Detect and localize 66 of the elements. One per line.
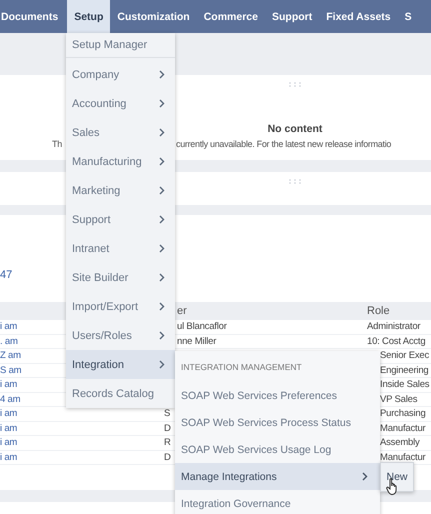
empty-state-title: No content xyxy=(266,123,324,135)
chevron-right-icon xyxy=(159,302,165,311)
table-cell: nne Miller xyxy=(177,336,216,347)
table-cell[interactable]: i am xyxy=(0,452,164,463)
table-cell: ul Blancaflor xyxy=(177,321,227,332)
chevron-right-icon xyxy=(159,360,165,369)
chevron-right-icon xyxy=(362,472,368,481)
menu-item[interactable]: Integration xyxy=(66,350,175,379)
empty-state-text: Th xyxy=(52,139,63,149)
menu-item[interactable]: Site Builder xyxy=(66,263,175,292)
menu-item[interactable]: SOAP Web Services Usage Log xyxy=(175,436,380,463)
menu-item[interactable]: Records Catalog xyxy=(66,379,175,408)
menu-item[interactable]: Sales xyxy=(66,118,175,147)
table-cell[interactable]: i am xyxy=(0,422,164,434)
chevron-right-icon xyxy=(159,99,165,108)
table-cell[interactable]: i am xyxy=(0,437,164,448)
table-cell: D xyxy=(164,422,171,434)
menu-item[interactable]: SOAP Web Services Process Status xyxy=(175,409,380,436)
table-cell: R xyxy=(164,437,171,448)
chevron-right-icon xyxy=(159,157,165,166)
menu-section-heading: INTEGRATION MANAGEMENT xyxy=(180,360,303,374)
chevron-right-icon xyxy=(159,331,165,340)
table-cell-text: Senior Exec xyxy=(379,350,430,362)
drag-handle-icon[interactable] xyxy=(289,82,301,87)
record-link[interactable]: 47 xyxy=(0,269,12,281)
nav-tab[interactable]: Customization xyxy=(110,0,197,33)
chevron-right-icon xyxy=(159,186,165,195)
menu-item[interactable]: Integration Governance xyxy=(175,490,380,514)
table-cell[interactable]: i am xyxy=(0,408,164,420)
menu-item[interactable]: Company xyxy=(66,60,175,89)
nav-tab[interactable]: Commerce xyxy=(196,0,265,33)
table-cell-text: Manufactur xyxy=(379,452,426,463)
menu-item[interactable]: Setup Manager xyxy=(66,33,175,58)
table-cell-text: Engineering xyxy=(379,364,429,376)
table-cell-text: Inside Sales xyxy=(379,379,430,390)
nav-tab[interactable]: Setup xyxy=(67,0,110,33)
menu-item[interactable]: Users/Roles xyxy=(66,321,175,350)
menu-item[interactable]: SOAP Web Services Preferences xyxy=(175,382,380,409)
chevron-right-icon xyxy=(159,244,165,253)
menu-item[interactable]: Intranet xyxy=(66,234,175,263)
column-header: Role xyxy=(367,305,390,317)
table-cell: D xyxy=(164,452,171,463)
table-cell: Administrator xyxy=(367,321,420,332)
nav-tab[interactable]: Support xyxy=(264,0,320,33)
table-cell-text: Purchasing xyxy=(379,408,426,420)
menu-item[interactable]: Import/Export xyxy=(66,292,175,321)
nav-tab[interactable]: Documents xyxy=(0,0,66,33)
menu-item[interactable]: Manufacturing xyxy=(66,147,175,176)
table-cell: 10: Cost Acctg xyxy=(367,336,426,347)
nav-tab[interactable]: S xyxy=(398,0,419,33)
column-header: er xyxy=(176,305,188,317)
nav-tab[interactable]: Fixed Assets xyxy=(319,0,398,33)
drag-handle-icon[interactable] xyxy=(289,179,301,184)
empty-state-text: currently unavailable. For the latest new release informatio xyxy=(176,139,392,149)
chevron-right-icon xyxy=(159,273,165,282)
table-cell-text: VP Sales xyxy=(379,394,418,405)
chevron-right-icon xyxy=(159,215,165,224)
table-cell-text: Assembly xyxy=(379,437,420,448)
chevron-right-icon xyxy=(159,70,165,79)
menu-item[interactable]: Manage Integrations xyxy=(175,463,380,490)
menu-item[interactable]: Accounting xyxy=(66,89,175,118)
menu-item[interactable]: Support xyxy=(66,205,175,234)
table-cell-text: Manufactur xyxy=(379,422,426,434)
table-cell: S xyxy=(164,408,170,420)
menu-item[interactable]: Marketing xyxy=(66,176,175,205)
chevron-right-icon xyxy=(159,128,165,137)
